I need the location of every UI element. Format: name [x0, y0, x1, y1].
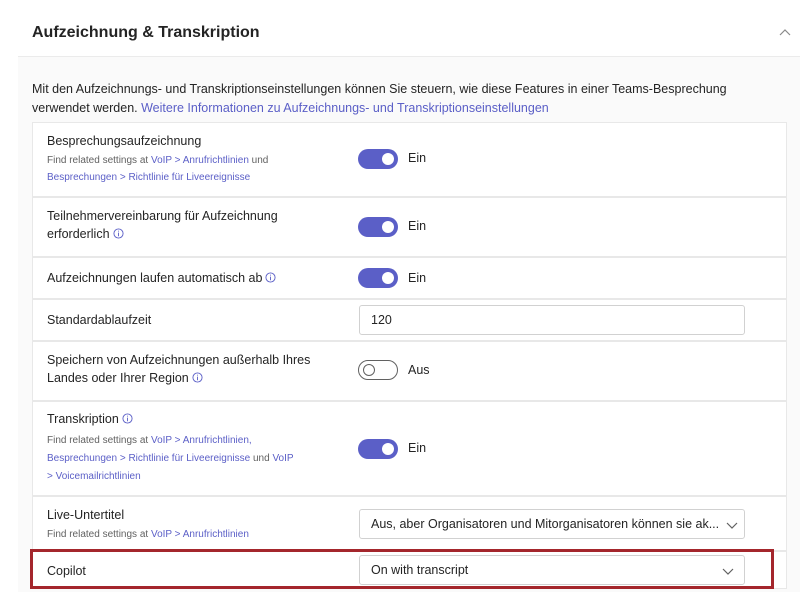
toggle-knob [382, 153, 394, 165]
info-icon[interactable] [265, 272, 276, 283]
voicemail-policies-link[interactable]: > Voicemailrichtlinien [47, 471, 141, 482]
default-expiration-input[interactable]: 120 [359, 305, 745, 335]
live-events-policy-link[interactable]: Besprechungen > Richtlinie für Liveereig… [47, 453, 250, 464]
voip-calling-policies-link[interactable]: VoIP > Anrufrichtlinien, [151, 435, 252, 446]
voip-calling-policies-link[interactable]: VoIP > Anrufrichtlinien [151, 529, 249, 540]
copilot-dropdown[interactable]: On with transcript [359, 555, 745, 585]
setting-related-links-2: Besprechungen > Richtlinie für Liveereig… [47, 451, 294, 467]
setting-row-store-outside-region: Speichern von Aufzeichnungen außerhalb I… [32, 341, 787, 401]
learn-more-link[interactable]: Weitere Informationen zu Aufzeichnungs- … [141, 101, 549, 115]
related-and: und [250, 453, 273, 464]
toggle-knob [363, 364, 375, 376]
setting-row-auto-expire: Aufzeichnungen laufen automatisch ab Ein [32, 257, 787, 299]
transcription-toggle[interactable] [358, 439, 398, 459]
setting-row-participant-agreement: Teilnehmervereinbarung für Aufzeichnung … [32, 197, 787, 257]
voip-link[interactable]: VoIP [272, 453, 293, 464]
section-title: Aufzeichnung & Transkription [32, 24, 260, 41]
setting-row-default-expiration: Standardablaufzeit 120 [32, 299, 787, 341]
dropdown-value: On with transcript [371, 563, 469, 577]
label-line-1: Speichern von Aufzeichnungen außerhalb I… [47, 353, 311, 367]
chevron-up-icon[interactable] [778, 26, 792, 40]
recording-transcription-section: Aufzeichnung & Transkription Mit den Auf… [18, 10, 800, 592]
setting-row-copilot: Copilot On with transcript [32, 551, 787, 589]
chevron-down-icon [726, 522, 738, 529]
toggle-state-label: Aus [408, 363, 430, 377]
toggle-state-label: Ein [408, 219, 427, 233]
toggle-state-label: Ein [408, 441, 427, 455]
setting-related-links: Find related settings at VoIP > Anrufric… [47, 153, 268, 169]
auto-expire-toggle[interactable] [358, 268, 398, 288]
related-prefix: Find related settings at [47, 435, 151, 446]
voip-calling-policies-link[interactable]: VoIP > Anrufrichtlinien [151, 155, 249, 166]
info-icon[interactable] [122, 413, 133, 424]
related-and: und [248, 155, 269, 166]
live-captions-dropdown[interactable]: Aus, aber Organisatoren und Mitorganisat… [359, 509, 745, 539]
setting-related-links-2: Besprechungen > Richtlinie für Liveereig… [47, 170, 250, 186]
setting-label: Standardablaufzeit [47, 313, 152, 327]
toggle-knob [382, 221, 394, 233]
related-prefix: Find related settings at [47, 155, 151, 166]
related-prefix: Find related settings at [47, 529, 151, 540]
setting-related-links: Find related settings at VoIP > Anrufric… [47, 433, 252, 449]
label-line-2: erforderlich [47, 227, 110, 241]
info-icon[interactable] [192, 372, 203, 383]
section-description: Mit den Aufzeichnungs- und Transkription… [32, 80, 772, 118]
label-text: Transkription [47, 412, 119, 426]
setting-label: Besprechungsaufzeichnung [47, 134, 202, 148]
setting-label: Aufzeichnungen laufen automatisch ab [47, 269, 276, 287]
label-line-2: Landes oder Ihrer Region [47, 371, 189, 385]
setting-label: Teilnehmervereinbarung für Aufzeichnung … [47, 207, 278, 243]
setting-row-live-captions: Live-Untertitel Find related settings at… [32, 496, 787, 551]
setting-label: Live-Untertitel [47, 508, 125, 522]
toggle-knob [382, 272, 394, 284]
store-outside-region-toggle[interactable] [358, 360, 398, 380]
setting-label: Copilot [47, 564, 86, 578]
participant-agreement-toggle[interactable] [358, 217, 398, 237]
dropdown-value: Aus, aber Organisatoren und Mitorganisat… [371, 517, 720, 531]
toggle-state-label: Ein [408, 271, 427, 285]
chevron-down-icon [722, 568, 734, 575]
setting-label: Speichern von Aufzeichnungen außerhalb I… [47, 351, 310, 387]
setting-label: Transkription [47, 410, 133, 428]
setting-related-links: Find related settings at VoIP > Anrufric… [47, 527, 249, 543]
meeting-recording-toggle[interactable] [358, 149, 398, 169]
label-text: Aufzeichnungen laufen automatisch ab [47, 271, 263, 285]
section-header[interactable]: Aufzeichnung & Transkription [18, 10, 800, 57]
label-line-1: Teilnehmervereinbarung für Aufzeichnung [47, 209, 278, 223]
toggle-knob [382, 443, 394, 455]
live-events-policy-link[interactable]: Besprechungen > Richtlinie für Liveereig… [47, 172, 250, 183]
toggle-state-label: Ein [408, 151, 427, 165]
setting-row-meeting-recording: Besprechungsaufzeichnung Find related se… [32, 122, 787, 197]
info-icon[interactable] [112, 228, 124, 239]
setting-row-transcription: Transkription Find related settings at V… [32, 401, 787, 496]
setting-related-links-3: > Voicemailrichtlinien [47, 469, 141, 485]
